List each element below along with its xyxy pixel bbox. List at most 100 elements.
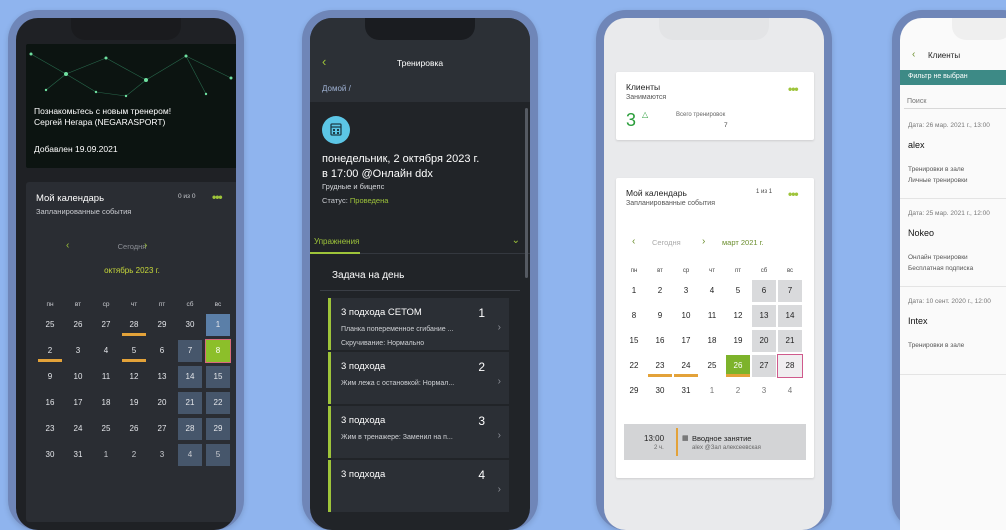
filter-bar[interactable]: Фильтр не выбран: [900, 70, 1006, 85]
calendar-day[interactable]: 14: [178, 366, 202, 388]
calendar-day[interactable]: 8: [205, 339, 231, 363]
calendar-day[interactable]: 31: [66, 444, 90, 466]
calendar-day[interactable]: 11: [700, 305, 724, 327]
calendar-day[interactable]: 1: [94, 444, 118, 466]
calendar-day[interactable]: 6: [150, 340, 174, 362]
more-menu-icon[interactable]: •••: [212, 190, 223, 204]
calendar-day[interactable]: 2: [648, 280, 672, 302]
calendar-day[interactable]: 31: [674, 380, 698, 402]
calendar-day[interactable]: 1: [622, 280, 646, 302]
back-icon[interactable]: ‹: [912, 49, 915, 60]
calendar-day[interactable]: 16: [38, 392, 62, 414]
exercise-item[interactable]: 3 подхода СЕТОМ 1 Планка попеременное сгиб…: [328, 298, 509, 350]
exercise-item[interactable]: 3 подхода 4 ›: [328, 460, 509, 512]
calendar-day[interactable]: 13: [150, 366, 174, 388]
calendar-day[interactable]: 12: [726, 305, 750, 327]
breadcrumb[interactable]: Домой /: [322, 84, 351, 93]
calendar-day[interactable]: 24: [66, 418, 90, 440]
calendar-day[interactable]: 27: [150, 418, 174, 440]
calendar-day[interactable]: 23: [648, 355, 672, 377]
calendar-day[interactable]: 26: [726, 355, 750, 377]
calendar-day[interactable]: 6: [752, 280, 776, 302]
calendar-day[interactable]: 30: [178, 314, 202, 336]
calendar-day[interactable]: 18: [700, 330, 724, 352]
calendar-day[interactable]: 7: [178, 340, 202, 362]
client-list-item[interactable]: Дата: 25 мар. 2021 г., 12:00 Nokeo Онлайн …: [900, 202, 1006, 287]
calendar-day[interactable]: 25: [700, 355, 724, 377]
calendar-day[interactable]: 2: [122, 444, 146, 466]
calendar-day[interactable]: 19: [726, 330, 750, 352]
calendar-day[interactable]: 7: [778, 280, 802, 302]
calendar-day[interactable]: 8: [622, 305, 646, 327]
calendar-day[interactable]: 3: [674, 280, 698, 302]
calendar-day[interactable]: 17: [66, 392, 90, 414]
prev-month-icon[interactable]: ‹: [66, 240, 69, 251]
calendar-day[interactable]: 21: [178, 392, 202, 414]
calendar-day[interactable]: 20: [150, 392, 174, 414]
today-button[interactable]: Сегодня: [652, 238, 681, 247]
calendar-day[interactable]: 20: [752, 330, 776, 352]
client-list-item[interactable]: Дата: 26 мар. 2021 г., 13:00 alex Трениров…: [900, 114, 1006, 199]
calendar-day[interactable]: 15: [622, 330, 646, 352]
calendar-day[interactable]: 10: [674, 305, 698, 327]
calendar-day[interactable]: 10: [66, 366, 90, 388]
clients-card[interactable]: Клиенты Занимаются 3 △ Всего тренировок …: [616, 72, 814, 140]
chevron-right-icon[interactable]: ›: [498, 376, 501, 387]
client-list-item[interactable]: Дата: 10 сент. 2020 г., 12:00 Intex Тренир…: [900, 290, 1006, 375]
calendar-day[interactable]: 28: [777, 354, 803, 378]
calendar-day[interactable]: 22: [622, 355, 646, 377]
calendar-event[interactable]: 13:00 2 ч. ▦ Вводное занятие alex @Зал а…: [624, 424, 806, 460]
calendar-day[interactable]: 5: [726, 280, 750, 302]
calendar-day[interactable]: 21: [778, 330, 802, 352]
calendar-day[interactable]: 11: [94, 366, 118, 388]
calendar-day[interactable]: 4: [94, 340, 118, 362]
calendar-day[interactable]: 26: [66, 314, 90, 336]
calendar-day[interactable]: 25: [94, 418, 118, 440]
calendar-day[interactable]: 27: [94, 314, 118, 336]
calendar-day[interactable]: 4: [178, 444, 202, 466]
calendar-day[interactable]: 30: [648, 380, 672, 402]
calendar-day[interactable]: 5: [206, 444, 230, 466]
calendar-day[interactable]: 3: [66, 340, 90, 362]
calendar-day[interactable]: 1: [206, 314, 230, 336]
calendar-day[interactable]: 9: [648, 305, 672, 327]
calendar-day[interactable]: 4: [778, 380, 802, 402]
calendar-day[interactable]: 24: [674, 355, 698, 377]
calendar-day[interactable]: 29: [206, 418, 230, 440]
today-button[interactable]: Сегодня: [118, 242, 147, 251]
exercise-item[interactable]: 3 подхода 3 Жим в тренажере: Заменил на п.…: [328, 406, 509, 458]
scrollbar[interactable]: [525, 108, 528, 278]
calendar-day[interactable]: 16: [648, 330, 672, 352]
calendar-day[interactable]: 29: [622, 380, 646, 402]
news-card[interactable]: Познакомьтесь с новым тренером! Сергей Н…: [26, 44, 236, 168]
tab-exercises[interactable]: Упражнения ⌄: [310, 231, 530, 254]
calendar-day[interactable]: 29: [150, 314, 174, 336]
calendar-day[interactable]: 12: [122, 366, 146, 388]
calendar-day[interactable]: 25: [38, 314, 62, 336]
calendar-day[interactable]: 23: [38, 418, 62, 440]
calendar-day[interactable]: 14: [778, 305, 802, 327]
calendar-day[interactable]: 28: [178, 418, 202, 440]
chevron-right-icon[interactable]: ›: [498, 322, 501, 333]
calendar-day[interactable]: 2: [38, 340, 62, 362]
next-month-icon[interactable]: ›: [144, 240, 147, 251]
next-month-icon[interactable]: ›: [702, 236, 705, 247]
prev-month-icon[interactable]: ‹: [632, 236, 635, 247]
calendar-day[interactable]: 2: [726, 380, 750, 402]
calendar-day[interactable]: 13: [752, 305, 776, 327]
more-menu-icon[interactable]: •••: [788, 82, 799, 96]
calendar-day[interactable]: 3: [752, 380, 776, 402]
chevron-right-icon[interactable]: ›: [498, 430, 501, 441]
calendar-day[interactable]: 3: [150, 444, 174, 466]
exercise-item[interactable]: 3 подхода 2 Жим лежа с остановкой: Нормал.…: [328, 352, 509, 404]
calendar-day[interactable]: 19: [122, 392, 146, 414]
calendar-day[interactable]: 27: [752, 355, 776, 377]
calendar-day[interactable]: 26: [122, 418, 146, 440]
calendar-day[interactable]: 5: [122, 340, 146, 362]
more-menu-icon[interactable]: •••: [788, 187, 799, 201]
chevron-right-icon[interactable]: ›: [498, 484, 501, 495]
calendar-day[interactable]: 17: [674, 330, 698, 352]
calendar-day[interactable]: 15: [206, 366, 230, 388]
calendar-day[interactable]: 4: [700, 280, 724, 302]
calendar-day[interactable]: 9: [38, 366, 62, 388]
